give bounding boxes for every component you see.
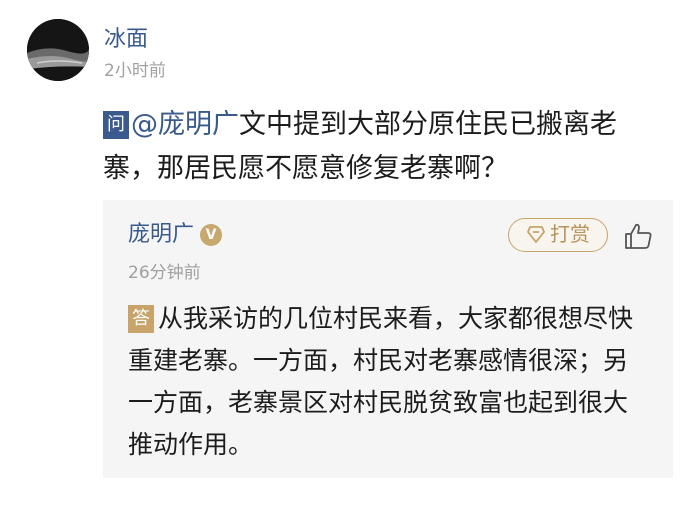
thumbs-up-icon [625,223,652,249]
tip-label: 打赏 [550,222,590,246]
avatar-image [27,19,89,81]
answer-badge: 答 [128,305,154,333]
avatar[interactable] [27,19,89,81]
reply-timestamp: 26分钟前 [128,263,201,283]
reply-card: 庞明广 V 打赏 26分钟前 答从我采访的几位村民来看，大家都很想尽快重建老寨。一… [103,200,673,478]
tip-button[interactable]: 打赏 [508,218,608,252]
answer-block: 答从我采访的几位村民来看，大家都很想尽快重建老寨。一方面，村民对老寨感情很深；另… [128,298,648,466]
diamond-tip-icon [526,222,546,253]
reply-author-name[interactable]: 庞明广 [128,222,194,247]
like-button[interactable] [624,222,654,250]
post-timestamp: 2小时前 [104,61,166,81]
post-username[interactable]: 冰面 [104,26,148,54]
reply-author: 庞明广 V [128,220,223,250]
verified-badge-icon: V [200,224,223,246]
question-badge: 问 [103,111,129,139]
question-block: 问 @庞明广文中提到大部分原住民已搬离老寨，那居民愿不愿意修复老寨啊？ [103,103,663,191]
mention-link[interactable]: @庞明广 [131,109,239,140]
answer-text: 从我采访的几位村民来看，大家都很想尽快重建老寨。一方面，村民对老寨感情很深；另一… [128,304,634,459]
